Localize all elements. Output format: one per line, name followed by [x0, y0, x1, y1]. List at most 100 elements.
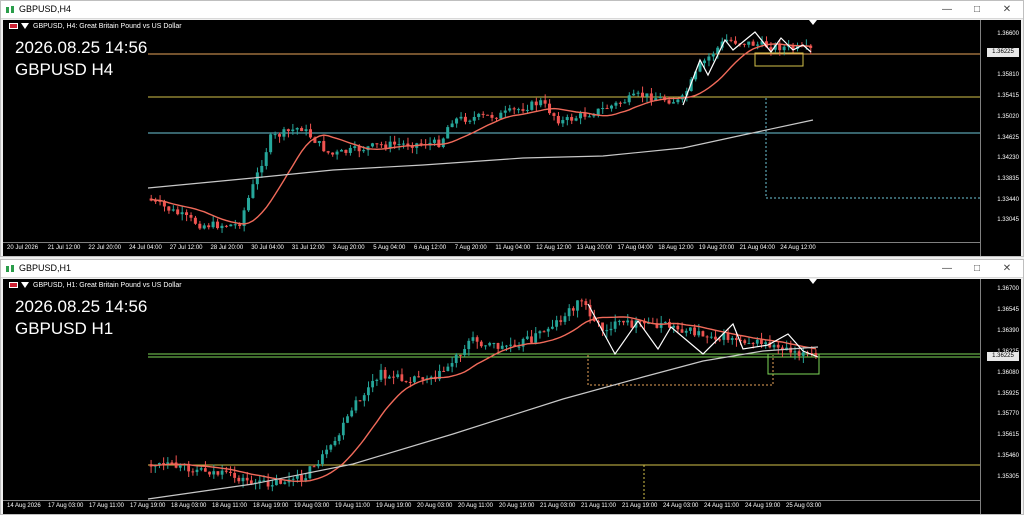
minimize-button[interactable]: — [933, 1, 961, 18]
candle-body [354, 400, 358, 411]
candle-body [521, 109, 525, 111]
candle-body [565, 117, 569, 121]
candle-body [237, 477, 241, 482]
close-button[interactable]: ✕ [993, 1, 1021, 18]
time-tick-label: 27 Jul 12:00 [169, 245, 203, 251]
candle-body [709, 336, 713, 338]
close-button[interactable]: ✕ [993, 260, 1021, 277]
candle-body [525, 336, 529, 339]
candle-body [496, 342, 500, 349]
time-axis[interactable]: 14 Aug 2026 17 Aug 03:00 17 Aug 11:00 17 Au… [3, 500, 981, 514]
candle-body [539, 100, 543, 106]
candle-body [304, 129, 308, 132]
time-tick-label: 19 Aug 19:00 [376, 503, 412, 509]
restore-button[interactable]: □ [963, 1, 991, 18]
candle-body [417, 376, 420, 378]
window-titlebar[interactable]: GBPUSD,H1 — □ ✕ [1, 260, 1023, 278]
time-tick-label: 20 Aug 03:00 [417, 503, 453, 509]
time-tick-label: 7 Aug 20:00 [454, 245, 487, 251]
chart-window-h4: GBPUSD,H4 — □ ✕ GBPUSD, H4: Great Britai… [0, 0, 1024, 257]
candle-body [353, 146, 357, 148]
price-tick-label: 1.36545 [997, 306, 1019, 313]
time-tick-label: 18 Aug 03:00 [171, 503, 207, 509]
candle-body [392, 376, 395, 378]
time-axis[interactable]: 20 Jul 2026 21 Jul 12:00 22 Jul 20:00 24 Ju… [3, 242, 981, 256]
candle-body [772, 344, 776, 348]
candle-body [667, 100, 671, 104]
candle-body [801, 352, 805, 356]
candle-body [499, 112, 503, 119]
candle-body [171, 209, 175, 211]
time-tick-label: 21 Jul 12:00 [47, 245, 81, 251]
candle-body [571, 308, 575, 311]
candle-body [176, 209, 180, 215]
candle-body [672, 325, 676, 328]
candle-body [488, 343, 492, 346]
price-tick-label: 1.33440 [997, 196, 1019, 203]
price-tick-label: 1.33045 [997, 217, 1019, 224]
minimize-button[interactable]: — [933, 260, 961, 277]
symbol-info-bar: GBPUSD, H1: Great Britain Pound vs US Do… [9, 282, 182, 289]
price-tick-label: 1.33835 [997, 175, 1019, 182]
candle-body [432, 139, 436, 143]
candle-body [300, 128, 304, 132]
time-tick-label: 20 Aug 19:00 [499, 503, 535, 509]
candle-body [362, 395, 366, 401]
candle-body [505, 345, 508, 347]
time-tick-label: 24 Aug 19:00 [745, 503, 781, 509]
candle-body [212, 471, 216, 475]
candle-body [174, 462, 178, 468]
candle-body [442, 370, 446, 372]
candle-body [229, 224, 233, 227]
candle-body [162, 463, 165, 465]
candle-body [479, 341, 483, 347]
candle-body [450, 363, 454, 367]
time-tick-label: 18 Aug 12:00 [658, 245, 694, 251]
price-chart[interactable]: GBPUSD, H4: Great Britain Pound vs US Do… [3, 20, 1021, 256]
candle-body [543, 100, 547, 104]
candle-body [191, 471, 195, 473]
candle-body [233, 224, 237, 226]
candle-body [251, 184, 255, 198]
projection-box [587, 355, 774, 386]
candle-body [730, 338, 734, 340]
price-chart[interactable]: GBPUSD, H1: Great Britain Pound vs US Do… [3, 279, 1021, 514]
time-tick-label: 13 Aug 20:00 [576, 245, 613, 251]
candle-body [335, 151, 339, 155]
candle-body [609, 105, 613, 109]
window-titlebar[interactable]: GBPUSD,H4 — □ ✕ [1, 1, 1023, 19]
time-tick-label: 24 Aug 03:00 [663, 503, 699, 509]
candle-body [618, 102, 622, 104]
candle-body [199, 468, 203, 470]
candle-body [220, 225, 224, 229]
price-axis[interactable]: 1.36700 1.36545 1.36390 1.36225 1.36080 1.359… [980, 279, 1021, 514]
candle-body [317, 141, 321, 143]
candle-body [563, 316, 567, 322]
candle-body [734, 338, 738, 340]
candle-body [362, 150, 366, 152]
flag-icon [9, 282, 18, 289]
time-tick-label: 28 Jul 20:00 [210, 245, 244, 251]
candle-body [375, 143, 379, 145]
candle-body [630, 320, 634, 328]
candle-body [743, 340, 747, 344]
candle-body [503, 110, 507, 113]
candle-body [189, 215, 193, 218]
overlay-symbol: GBPUSD H1 [15, 319, 114, 338]
candle-body [246, 197, 251, 211]
candle-body [463, 349, 466, 355]
candle-body [367, 387, 370, 396]
candle-body [584, 301, 588, 306]
restore-button[interactable]: □ [963, 260, 991, 277]
candle-body [583, 113, 587, 117]
price-axis[interactable]: 1.36600 1.36225 1.35810 1.35415 1.35020 1.346… [980, 20, 1021, 256]
candle-body [645, 93, 649, 97]
candle-body [216, 221, 220, 229]
candle-body [601, 108, 605, 110]
candle-body [220, 470, 224, 475]
chart-plot[interactable] [3, 279, 981, 501]
candle-body [241, 477, 245, 482]
chart-plot[interactable] [3, 20, 981, 243]
candle-body [167, 206, 171, 211]
candle-body [224, 470, 228, 472]
